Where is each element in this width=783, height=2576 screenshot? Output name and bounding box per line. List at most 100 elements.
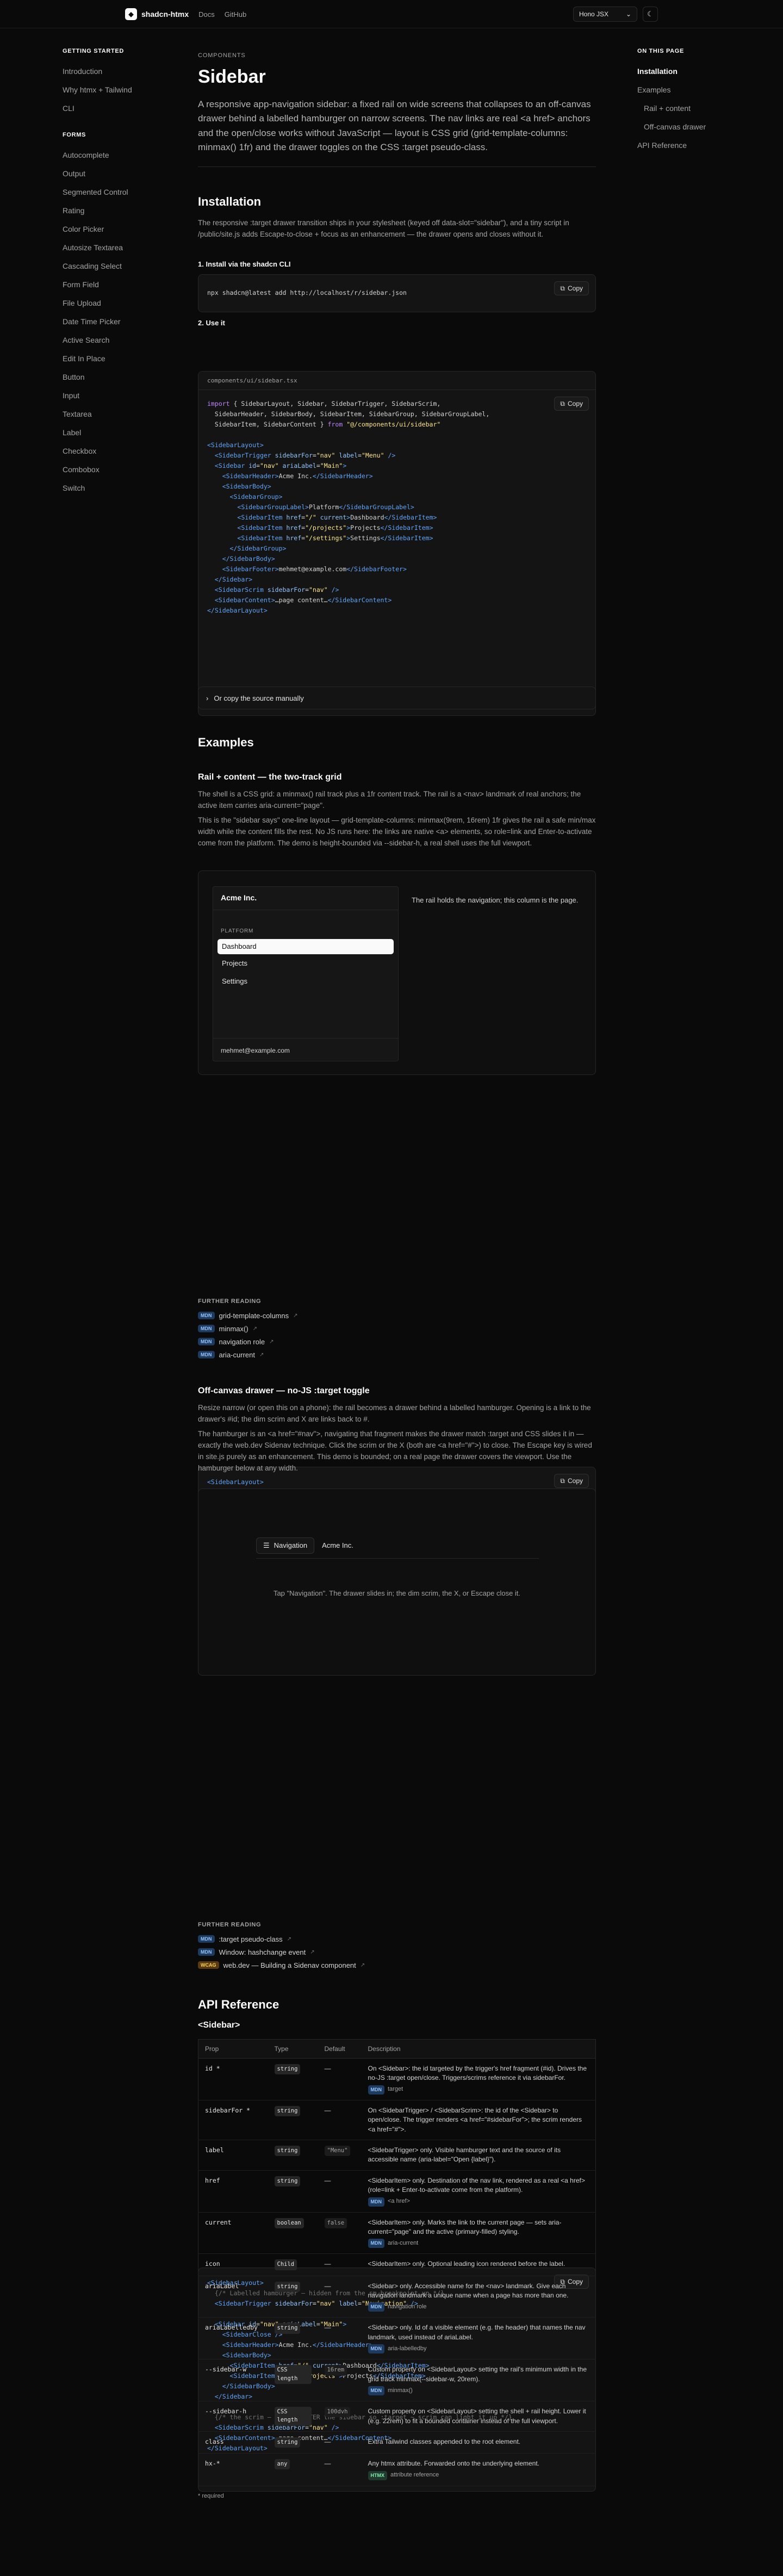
source-badge: MDN xyxy=(368,2197,384,2207)
prop-default-cell: "Menu" xyxy=(318,2140,362,2171)
page-title: Sidebar xyxy=(198,66,266,87)
col-header-prop: Prop xyxy=(198,2039,268,2059)
brand-logo[interactable]: ◆ shadcn-htmx xyxy=(125,8,189,20)
table-row: hx-* any — Any htmx attribute. Forwarded on… xyxy=(198,2453,596,2486)
external-link-icon: ↗ xyxy=(252,1325,258,1332)
prop-type: string xyxy=(274,2146,301,2157)
toc-link-off-canvas-drawer[interactable]: Off-canvas drawer xyxy=(637,118,735,136)
sidebar-item-textarea[interactable]: Textarea xyxy=(63,405,160,423)
framework-select[interactable]: Hono JSX ⌄ xyxy=(573,7,637,22)
drawer-further-reading: FURTHER READING MDN:target pseudo-class ↗… xyxy=(198,1922,596,1972)
prop-name: id * xyxy=(198,2058,268,2101)
sidebar-item-output[interactable]: Output xyxy=(63,164,160,183)
prop-type-cell: any xyxy=(268,2453,318,2486)
prop-type-cell: string xyxy=(268,2170,318,2213)
source-badge: MDN xyxy=(368,2386,384,2396)
prop-reference-link[interactable]: MDN aria-labelledby xyxy=(368,2344,589,2354)
sidebar-group-title: FORMS xyxy=(63,132,86,138)
table-of-contents: ON THIS PAGE Installation Examples Rail + … xyxy=(637,48,735,155)
prop-default-cell: — xyxy=(318,2170,362,2213)
demo-item-settings[interactable]: Settings xyxy=(222,977,247,985)
sidebar-item-why-htmx-tailwind[interactable]: Why htmx + Tailwind xyxy=(63,81,160,99)
prop-type-cell: CSS length xyxy=(268,2359,318,2402)
sidebar-item-input[interactable]: Input xyxy=(63,386,160,405)
copy-button[interactable]: ⧉ Copy xyxy=(554,281,589,295)
further-reading-link[interactable]: MDN minmax() ↗ xyxy=(198,1322,596,1335)
sidebar-item-segmented-control[interactable]: Segmented Control xyxy=(63,183,160,201)
source-badge: MDN xyxy=(368,2344,384,2354)
main-content: COMPONENTS Sidebar A responsive app-navi… xyxy=(198,52,596,2499)
further-reading-link[interactable]: MDN navigation role ↗ xyxy=(198,1335,596,1348)
demo-user-email: mehmet@example.com xyxy=(221,1047,290,1054)
sidebar-item-cli[interactable]: CLI xyxy=(63,99,160,118)
copy-icon: ⧉ xyxy=(560,284,565,292)
further-reading-link[interactable]: MDN grid-template-columns ↗ xyxy=(198,1309,596,1322)
installation-intro: The responsive :target drawer transition… xyxy=(198,219,569,238)
nav-link-docs[interactable]: Docs xyxy=(198,10,215,18)
further-reading-link[interactable]: MDN aria-current ↗ xyxy=(198,1348,596,1361)
table-row: id * string — On <Sidebar>: the id targeted… xyxy=(198,2058,596,2101)
demo-item-projects[interactable]: Projects xyxy=(222,959,247,967)
usage-code-block: components/ui/sidebar.tsx ⧉ Copy import {… xyxy=(198,371,596,716)
required-footnote: * required xyxy=(198,2492,224,2499)
toc-link-rail-content[interactable]: Rail + content xyxy=(637,99,735,118)
sidebar-item-checkbox[interactable]: Checkbox xyxy=(63,442,160,460)
prop-reference-link[interactable]: MDN navigation role xyxy=(368,2302,589,2312)
prop-name: class xyxy=(198,2431,268,2454)
prop-type: string xyxy=(274,2437,301,2448)
cli-code-block: npx shadcn@latest add http://localhost/r… xyxy=(198,274,596,312)
sidebar-item-rating[interactable]: Rating xyxy=(63,201,160,220)
prop-default: "Menu" xyxy=(324,2146,351,2157)
prop-description-cell: On <SidebarTrigger> / <SidebarScrim>: th… xyxy=(361,2100,596,2141)
prop-default-cell: 16rem xyxy=(318,2359,362,2402)
copy-button[interactable]: ⧉ Copy xyxy=(554,1474,589,1488)
theme-toggle-button[interactable]: ☾ xyxy=(643,7,658,22)
prop-description: Custom property on <SidebarLayout> setti… xyxy=(368,2407,586,2425)
further-reading-link[interactable]: WCAG web.dev — Building a Sidenav compone… xyxy=(198,1959,596,1972)
rail-example-p1: The shell is a CSS grid: a minmax() rail… xyxy=(198,790,581,810)
hamburger-trigger[interactable]: ☰ Navigation xyxy=(256,1537,315,1554)
prop-default-cell: — xyxy=(318,2431,362,2454)
sidebar-item-combobox[interactable]: Combobox xyxy=(63,460,160,479)
brand-name: shadcn-htmx xyxy=(141,10,189,18)
sidebar-item-autosize-textarea[interactable]: Autosize Textarea xyxy=(63,238,160,257)
prop-reference-link[interactable]: MDN aria-current xyxy=(368,2239,589,2248)
prop-reference-link[interactable]: MDN minmax() xyxy=(368,2386,589,2396)
hamburger-icon: ☰ xyxy=(263,1541,270,1549)
prop-name: sidebarFor * xyxy=(198,2100,268,2141)
sidebar-item-cascading-select[interactable]: Cascading Select xyxy=(63,257,160,275)
sidebar-item-autocomplete[interactable]: Autocomplete xyxy=(63,146,160,164)
toc-link-examples[interactable]: Examples xyxy=(637,81,735,99)
drawer-example-p1: Resize narrow (or open this on a phone):… xyxy=(198,1404,591,1423)
further-reading-link[interactable]: MDN:target pseudo-class ↗ xyxy=(198,1932,596,1945)
sidebar-item-label[interactable]: Label xyxy=(63,423,160,442)
sidebar-item-introduction[interactable]: Introduction xyxy=(63,62,160,81)
sidebar-item-switch[interactable]: Switch xyxy=(63,479,160,494)
prop-default: — xyxy=(324,2460,331,2468)
sidebar-item-date-time-picker[interactable]: Date Time Picker xyxy=(63,312,160,331)
external-link-icon: ↗ xyxy=(360,1962,365,1968)
sidebar-item-file-upload[interactable]: File Upload xyxy=(63,294,160,312)
copy-source-disclosure[interactable]: › Or copy the source manually xyxy=(198,687,596,709)
prop-default-cell: false xyxy=(318,2212,362,2254)
sidebar-item-active-search[interactable]: Active Search xyxy=(63,331,160,349)
api-component-name: <Sidebar> xyxy=(198,2021,240,2030)
nav-link-github[interactable]: GitHub xyxy=(225,10,246,18)
toc-link-api-reference[interactable]: API Reference xyxy=(637,136,735,155)
toc-link-installation[interactable]: Installation xyxy=(637,62,735,81)
further-reading-link[interactable]: MDN Window: hashchange event ↗ xyxy=(198,1945,596,1959)
copy-label: Copy xyxy=(567,285,583,292)
copy-button[interactable]: ⧉ Copy xyxy=(554,397,589,411)
prop-reference-link[interactable]: MDN target xyxy=(368,2085,589,2095)
prop-reference-link[interactable]: MDN <a href> xyxy=(368,2197,589,2207)
sidebar-item-form-field[interactable]: Form Field xyxy=(63,275,160,294)
demo-item-dashboard[interactable]: Dashboard xyxy=(217,939,394,954)
sidebar-item-color-picker[interactable]: Color Picker xyxy=(63,220,160,238)
prop-reference-link[interactable]: HTMX attribute reference xyxy=(368,2470,589,2480)
sidebar-item-edit-in-place[interactable]: Edit In Place xyxy=(63,349,160,368)
sidebar-item-button[interactable]: Button xyxy=(63,368,160,386)
prop-description: <SidebarItem> only. Destination of the n… xyxy=(368,2176,585,2194)
external-link-icon: ↗ xyxy=(259,1351,264,1358)
col-header-default: Default xyxy=(318,2039,362,2059)
chevron-right-icon: › xyxy=(206,694,209,702)
